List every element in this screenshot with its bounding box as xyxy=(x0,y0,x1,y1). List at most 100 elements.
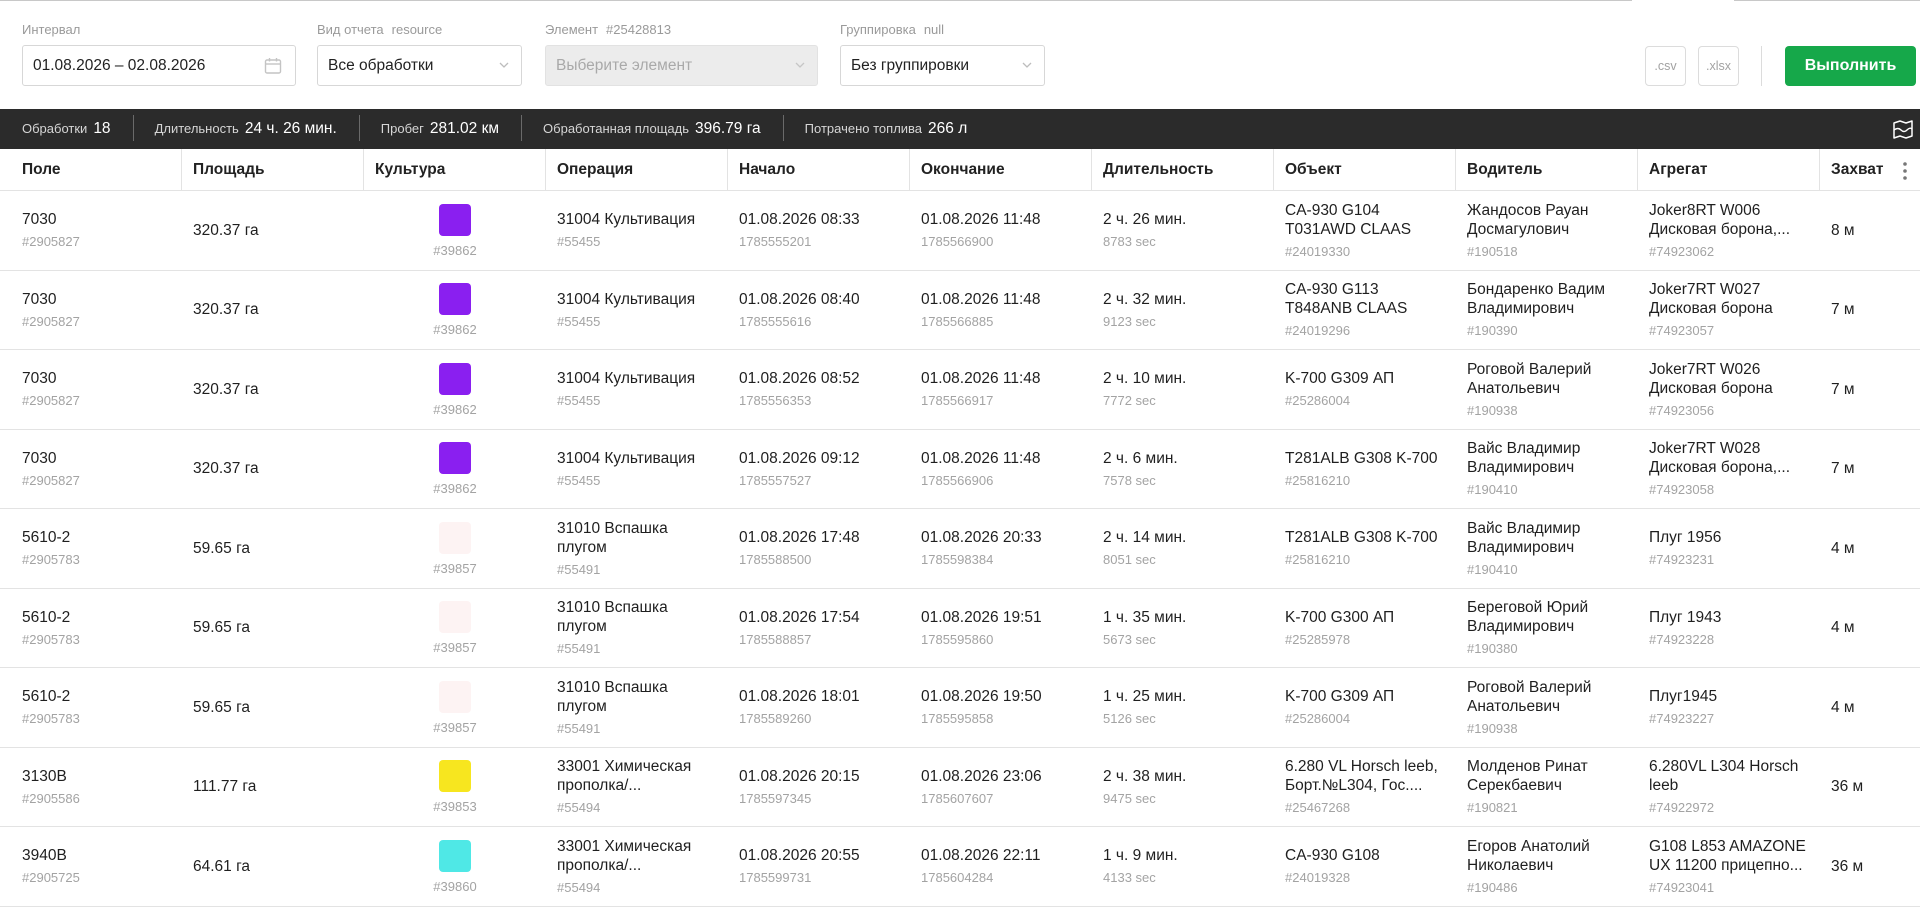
interval-date-picker[interactable]: 01.08.2026 – 02.08.2026 xyxy=(22,45,296,86)
cell-duration-id: 8783 sec xyxy=(1103,234,1156,250)
cell-duration-value: 2 ч. 6 мин. xyxy=(1103,449,1178,467)
cell-width: 36 м xyxy=(1820,748,1920,827)
cell-aggregate-id: #74922972 xyxy=(1649,800,1715,816)
summary-item-fuel: Потрачено топлива 266 л xyxy=(782,115,990,141)
cell-width-value: 36 м xyxy=(1831,778,1864,796)
cell-driver-id: #190518 xyxy=(1467,243,1518,259)
report-type-hint: resource xyxy=(391,22,443,37)
cell-operation: 33001 Химическая прополка/... #55494 xyxy=(546,748,728,827)
cell-duration: 1 ч. 25 мин. 5126 sec xyxy=(1092,668,1274,747)
cell-end-id: 1785566885 xyxy=(921,313,994,329)
report-type-select[interactable]: Все обработки xyxy=(317,45,522,86)
element-select[interactable]: Выберите элемент xyxy=(545,45,818,86)
cell-object-value: CA-930 G108 xyxy=(1285,847,1380,865)
map-icon[interactable] xyxy=(1892,118,1914,140)
cell-object: CA-930 G113 T848ANB CLAAS #24019296 xyxy=(1274,271,1456,350)
cell-field: 3940B #2905725 xyxy=(0,827,182,906)
cell-start-value: 01.08.2026 08:40 xyxy=(739,290,860,308)
cell-field: 7030 #2905827 xyxy=(0,191,182,270)
cell-duration-value: 1 ч. 25 мин. xyxy=(1103,688,1187,706)
cell-field: 5610-2 #2905783 xyxy=(0,509,182,588)
cell-start-id: 1785597345 xyxy=(739,790,812,806)
cell-object: K-700 G309 АП #25286004 xyxy=(1274,668,1456,747)
chevron-down-icon xyxy=(1022,62,1032,68)
cell-operation-value: 31004 Культивация xyxy=(557,211,696,229)
table-row[interactable]: 7030 #2905827 320.37 га #39862 31004 Культив… xyxy=(0,271,1920,350)
cell-field: 7030 #2905827 xyxy=(0,430,182,509)
cell-field-value: 7030 xyxy=(22,290,57,308)
run-report-button[interactable]: Выполнить xyxy=(1785,46,1916,86)
cell-start-id: 1785588857 xyxy=(739,631,812,647)
cell-field-id: #2905783 xyxy=(22,631,80,647)
cell-end-id: 1785607607 xyxy=(921,790,994,806)
cell-aggregate-value: Joker8RT W006 Дисковая борона,... xyxy=(1649,201,1791,238)
table-row[interactable]: 7030 #2905827 320.37 га #39862 31004 Культив… xyxy=(0,191,1920,271)
column-header-operation[interactable]: Операция xyxy=(546,149,728,190)
cell-driver-id: #190821 xyxy=(1467,800,1518,816)
cell-end: 01.08.2026 20:33 1785598384 xyxy=(910,509,1092,588)
cell-culture: #39862 xyxy=(364,350,546,429)
column-header-start[interactable]: Начало xyxy=(728,149,910,190)
table-row[interactable]: 5610-2 #2905783 59.65 га #39857 31010 Вспашк… xyxy=(0,509,1920,589)
cell-object: CA-930 G104 T031AWD CLAAS #24019330 xyxy=(1274,191,1456,270)
cell-operation-value: 31010 Вспашка плугом xyxy=(557,599,668,636)
table-row[interactable]: 3940B #2905725 64.61 га #39860 33001 Химичес… xyxy=(0,827,1920,907)
column-header-width[interactable]: Захват xyxy=(1820,149,1920,190)
column-menu-icon[interactable] xyxy=(1894,161,1916,181)
cell-area-value: 320.37 га xyxy=(193,221,259,239)
cell-end: 01.08.2026 11:48 1785566917 xyxy=(910,350,1092,429)
table-row[interactable]: 7030 #2905827 320.37 га #39862 31004 Культив… xyxy=(0,350,1920,430)
cell-driver-value: Вайс Владимир Владимирович xyxy=(1467,440,1581,477)
cell-operation-id: #55491 xyxy=(557,720,601,736)
cell-field-id: #2905827 xyxy=(22,313,80,329)
culture-color-swatch xyxy=(439,521,471,554)
column-header-end[interactable]: Окончание xyxy=(910,149,1092,190)
table-row[interactable]: 7030 #2905827 320.37 га #39862 31004 Культив… xyxy=(0,430,1920,509)
element-label: Элемент xyxy=(545,22,599,37)
column-header-culture[interactable]: Культура xyxy=(364,149,546,190)
column-header-field[interactable]: Поле xyxy=(0,149,182,190)
column-header-area[interactable]: Площадь xyxy=(182,149,364,190)
cell-driver-id: #190938 xyxy=(1467,720,1518,736)
cell-field-id: #2905827 xyxy=(22,234,80,250)
export-xlsx-button[interactable]: .xlsx xyxy=(1698,46,1739,86)
column-header-object[interactable]: Объект xyxy=(1274,149,1456,190)
grouping-select[interactable]: Без группировки xyxy=(840,45,1045,86)
cell-field-value: 7030 xyxy=(22,370,57,388)
interval-label: Интервал xyxy=(22,22,81,37)
summary-item-area: Обработанная площадь 396.79 га xyxy=(521,115,783,141)
cell-duration-id: 5673 sec xyxy=(1103,631,1156,647)
cell-start-id: 1785556353 xyxy=(739,393,812,409)
cell-start-id: 1785557527 xyxy=(739,472,812,488)
cell-end: 01.08.2026 11:48 1785566906 xyxy=(910,430,1092,509)
toolbar-divider xyxy=(1761,46,1762,86)
cell-aggregate: Плуг1945 #74923227 xyxy=(1638,668,1820,747)
interval-value: 01.08.2026 – 02.08.2026 xyxy=(33,56,206,74)
cell-operation: 31010 Вспашка плугом #55491 xyxy=(546,589,728,668)
cell-field-id: #2905783 xyxy=(22,552,80,568)
cell-driver-value: Береговой Юрий Владимирович xyxy=(1467,599,1589,636)
column-header-driver[interactable]: Водитель xyxy=(1456,149,1638,190)
cell-aggregate-value: G108 L853 AMAZONE UX 11200 прицепно... xyxy=(1649,837,1806,874)
table-row[interactable]: 3130B #2905586 111.77 га #39853 33001 Химиче… xyxy=(0,748,1920,827)
cell-driver: Жандосов Рауан Досмагулович #190518 xyxy=(1456,191,1638,270)
cell-end-id: 1785595860 xyxy=(921,631,994,647)
table-row[interactable]: 5610-2 #2905783 59.65 га #39857 31010 Вспашк… xyxy=(0,668,1920,748)
cell-field-id: #2905586 xyxy=(22,790,80,806)
column-header-aggregate[interactable]: Агрегат xyxy=(1638,149,1820,190)
cell-field-value: 5610-2 xyxy=(22,529,71,547)
cell-object: T281ALB G308 K-700 #25816210 xyxy=(1274,509,1456,588)
cell-duration-value: 2 ч. 38 мин. xyxy=(1103,767,1187,785)
cell-width-value: 4 м xyxy=(1831,698,1855,716)
cell-operation-value: 31010 Вспашка плугом xyxy=(557,678,668,715)
cell-area: 320.37 га xyxy=(182,191,364,270)
table-row[interactable]: 5610-2 #2905783 59.65 га #39857 31010 Вспашк… xyxy=(0,589,1920,668)
culture-color-swatch xyxy=(439,601,471,634)
cell-object-value: K-700 G309 АП xyxy=(1285,370,1395,388)
cell-culture-id: #39857 xyxy=(433,640,477,656)
culture-color-swatch xyxy=(439,203,471,236)
cell-duration-id: 7578 sec xyxy=(1103,472,1156,488)
cell-object-value: 6.280 VL Horsch leeb, Борт.№L304, Гос...… xyxy=(1285,758,1438,795)
column-header-duration[interactable]: Длительность xyxy=(1092,149,1274,190)
export-csv-button[interactable]: .csv xyxy=(1645,46,1686,86)
